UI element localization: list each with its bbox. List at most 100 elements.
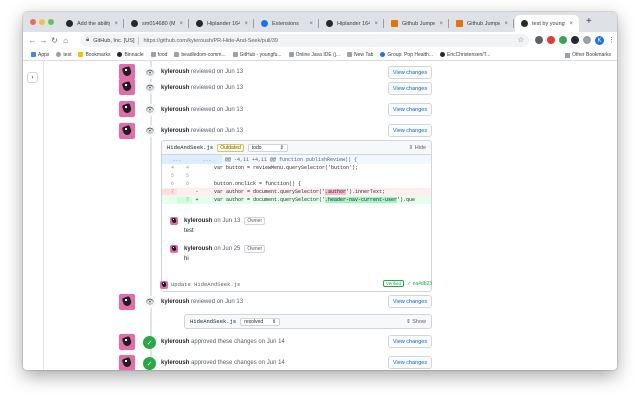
bookmark-apps[interactable]: Apps [31, 52, 49, 58]
close-tab-icon[interactable]: × [569, 21, 573, 27]
forward-arrow-icon[interactable]: → [38, 36, 49, 45]
close-window-button[interactable] [30, 19, 36, 25]
show-button[interactable]: ⇕ Show [406, 319, 426, 325]
menu-kebab-icon[interactable]: ⋮ [608, 36, 615, 45]
file-name[interactable]: HideAndSeek.js [190, 318, 236, 325]
avatar[interactable] [119, 123, 135, 139]
new-line-number[interactable]: 6 [177, 181, 192, 187]
bookmark-item[interactable]: Bookmarks [78, 52, 110, 58]
author-link[interactable]: kyleroush [161, 69, 189, 75]
new-tab-button[interactable]: + [586, 16, 592, 27]
old-line-number[interactable]: 7 [162, 189, 177, 195]
bookmark-label: EricChristensen/T... [447, 51, 491, 58]
new-line-number[interactable]: 4 [177, 165, 192, 171]
close-tab-icon[interactable]: × [114, 21, 118, 27]
browser-tab[interactable]: Add the ability to × [60, 15, 124, 32]
author-link[interactable]: kyleroush [161, 339, 189, 345]
old-line-number[interactable]: 4 [162, 165, 177, 171]
bookmark-item[interactable]: GitHub - youngfu... [232, 52, 282, 58]
browser-tab[interactable]: Hiplander 1640 × [190, 15, 254, 32]
comment-date[interactable]: on Jun 25 [214, 246, 240, 252]
home-icon[interactable]: ⌂ [60, 36, 71, 45]
view-changes-button[interactable]: View changes [388, 103, 432, 116]
close-tab-icon[interactable]: × [309, 21, 313, 27]
extension-icon[interactable] [571, 36, 579, 44]
extension-icon[interactable] [535, 36, 543, 44]
close-tab-icon[interactable]: × [504, 21, 508, 27]
status-select[interactable]: todo ⇕ [247, 143, 288, 152]
event-text: reviewed on Jun 13 [191, 107, 244, 113]
browser-tab-active[interactable]: test by youngfu × [515, 15, 579, 32]
close-tab-icon[interactable]: × [374, 21, 378, 27]
reload-icon[interactable]: ↻ [49, 36, 60, 45]
bookmark-item[interactable]: Group: Pop Health... [380, 52, 433, 58]
old-line-number[interactable]: 6 [162, 181, 177, 187]
comment-date[interactable]: on Jun 13 [214, 218, 240, 224]
hide-button[interactable]: ⇕ Hide [409, 145, 426, 151]
browser-tab[interactable]: Github Jumper f × [385, 15, 449, 32]
avatar[interactable] [119, 355, 135, 370]
view-changes-button[interactable]: View changes [388, 66, 432, 79]
bookmark-item[interactable]: Binnacle [117, 51, 144, 58]
pull-request-page: › 👁︎ kyleroush reviewed on Jun 13 View c… [23, 61, 617, 370]
sidebar-toggle-button[interactable]: › [27, 72, 38, 83]
author-link[interactable]: kyleroush [161, 299, 189, 305]
extension-icon[interactable] [547, 36, 555, 44]
bookmark-star-icon[interactable]: ☆ [518, 36, 524, 44]
commit-message-link[interactable]: Update HideAndSeek.js [171, 281, 240, 288]
view-changes-button[interactable]: View changes [388, 356, 432, 369]
close-tab-icon[interactable]: × [244, 21, 248, 27]
avatar[interactable] [119, 79, 135, 95]
author-link[interactable]: kyleroush [161, 360, 189, 366]
bookmark-item[interactable]: test [56, 52, 71, 58]
view-changes-button[interactable]: View changes [388, 82, 432, 95]
code-text: var author = document.querySelector('.au… [202, 189, 385, 195]
close-tab-icon[interactable]: × [439, 21, 443, 27]
author-link[interactable]: kyleroush [161, 128, 189, 134]
extension-icon[interactable] [583, 36, 591, 44]
browser-tab[interactable]: Github Jumper f × [450, 15, 514, 32]
browser-tab[interactable]: Extensions × [255, 15, 319, 32]
address-bar[interactable]: 🔒︎ GitHub, Inc. [US] https://github.com/… [80, 34, 529, 47]
bookmark-item[interactable]: beadledom-comm... [174, 52, 226, 58]
profile-avatar[interactable]: K [595, 36, 604, 45]
avatar[interactable] [170, 245, 178, 253]
avatar[interactable] [170, 217, 178, 225]
bookmark-item[interactable]: New Tab [347, 52, 373, 58]
url-text[interactable]: https://github.com/kyleroush/PR-Hide-And… [143, 38, 278, 44]
extension-icon[interactable] [559, 36, 567, 44]
view-changes-button[interactable]: View changes [388, 335, 432, 348]
author-link[interactable]: kyleroush [184, 246, 212, 252]
minimize-window-button[interactable] [39, 19, 45, 25]
other-bookmarks[interactable]: Other Bookmarks [565, 52, 611, 58]
bookmark-item[interactable]: Online Java IDE (j... [288, 52, 340, 58]
avatar[interactable] [119, 64, 135, 80]
file-name[interactable]: HideAndSeek.js [167, 144, 213, 151]
expand-up-button[interactable]: ... [162, 155, 192, 164]
view-changes-button[interactable]: View changes [388, 124, 432, 137]
author-link[interactable]: kyleroush [161, 107, 189, 113]
bookmark-label: Binnacle [124, 51, 144, 58]
bookmark-item[interactable]: EricChristensen/T... [440, 52, 490, 58]
close-tab-icon[interactable]: × [179, 21, 183, 27]
back-arrow-icon[interactable]: ← [27, 36, 38, 45]
commit-sha-link[interactable]: ✓ ea4db23 [407, 281, 432, 287]
new-line-number[interactable]: 7 [177, 197, 192, 203]
maximize-window-button[interactable] [48, 19, 54, 25]
view-changes-button[interactable]: View changes [388, 295, 432, 308]
author-link[interactable]: kyleroush [161, 85, 189, 91]
author-link[interactable]: kyleroush [184, 218, 212, 224]
new-line-number[interactable]: 5 [177, 173, 192, 179]
browser-tab[interactable]: sm014680 (Mu × [125, 15, 189, 32]
avatar[interactable] [119, 334, 135, 350]
status-select[interactable]: resolved ⇕ [240, 317, 281, 326]
jumper-icon [456, 20, 463, 27]
browser-tab[interactable]: Hiplander 1640 × [320, 15, 384, 32]
expand-down-button[interactable]: ... [192, 155, 222, 164]
old-line-number[interactable]: 5 [162, 173, 177, 179]
avatar[interactable] [160, 281, 168, 289]
verified-badge[interactable]: Verified [383, 280, 405, 287]
avatar[interactable] [119, 101, 135, 117]
bookmark-item[interactable]: food [150, 52, 167, 58]
avatar[interactable] [119, 294, 135, 310]
